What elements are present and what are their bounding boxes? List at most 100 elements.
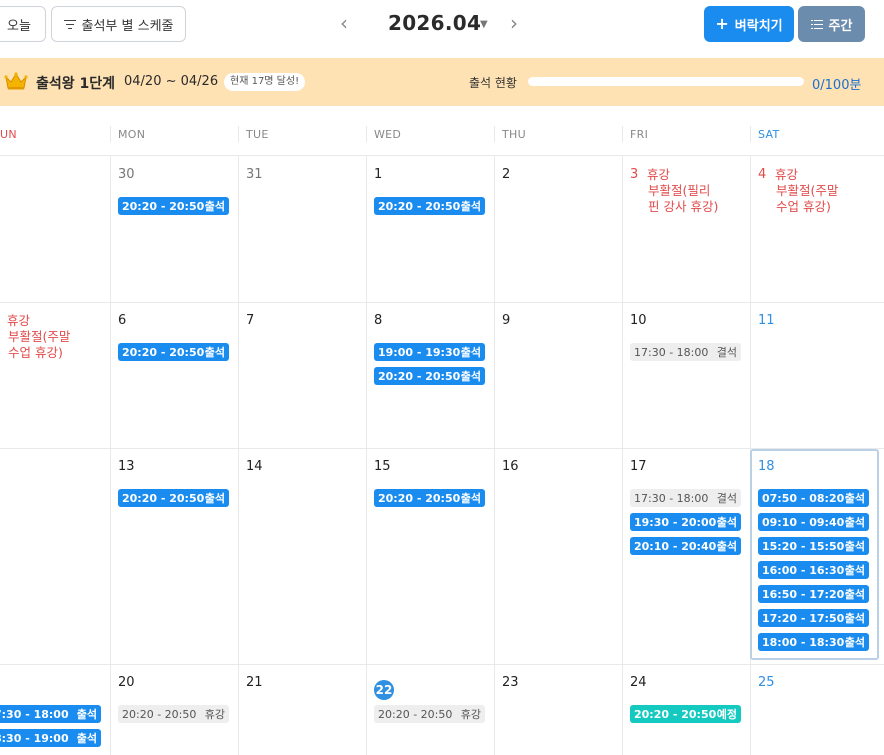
day-number[interactable]: 20 (118, 675, 135, 690)
holiday-note: 핀 강사 휴강) (648, 199, 719, 214)
today-button[interactable]: 오늘 (0, 6, 46, 42)
day-number[interactable]: 2 (502, 167, 510, 182)
event-pill[interactable]: 7:30 - 18:00 출석 (0, 705, 101, 723)
event-pill[interactable]: 20:20 - 20:50 출석 (118, 343, 229, 361)
event-pill[interactable]: 20:20 - 20:50 출석 (374, 197, 485, 215)
day-number[interactable]: 23 (502, 675, 519, 690)
day-cell[interactable] (494, 302, 622, 448)
holiday-note: 부활절(주말 (776, 183, 839, 198)
event-pill[interactable]: 19:30 - 20:00 출석 (630, 513, 741, 531)
day-number[interactable]: 3 (630, 167, 638, 182)
event-pill[interactable]: 8:30 - 19:00 출석 (0, 729, 101, 747)
month-title[interactable]: 2026.04 (388, 11, 481, 35)
holiday-note: 휴강 (7, 313, 31, 328)
event-time: 20:20 - 20:50 (634, 707, 717, 721)
day-number[interactable]: 7 (246, 313, 254, 328)
event-status: 출석 (204, 492, 225, 505)
event-pill[interactable]: 17:30 - 18:00 결석 (630, 343, 741, 361)
event-pill[interactable]: 20:20 - 20:50 출석 (374, 367, 485, 385)
day-number[interactable]: 15 (374, 459, 391, 474)
day-number[interactable]: 16 (502, 459, 519, 474)
event-time: 17:30 - 18:00 (634, 345, 709, 359)
list-icon (810, 19, 823, 29)
view-label: 주간 (828, 18, 853, 34)
event-pill[interactable]: 20:20 - 20:50 출석 (118, 197, 229, 215)
holiday-note: 휴강 (775, 167, 799, 182)
next-month-icon[interactable]: › (510, 12, 518, 34)
weekday-label: TUE (246, 128, 269, 141)
day-number[interactable]: 1 (374, 167, 382, 182)
day-number[interactable]: 24 (630, 675, 647, 690)
prev-month-icon[interactable]: ‹ (340, 12, 348, 34)
weekday-divider (750, 126, 751, 142)
weekday-label: SAT (758, 128, 780, 141)
event-time: 20:20 - 20:50 (122, 491, 205, 505)
event-time: 20:20 - 20:50 (378, 369, 461, 383)
event-pill[interactable]: 17:30 - 18:00 결석 (630, 489, 741, 507)
day-number[interactable]: 8 (374, 313, 382, 328)
event-pill[interactable]: 20:20 - 20:50 출석 (118, 489, 229, 507)
day-number[interactable]: 22 (374, 680, 394, 700)
day-cell[interactable] (750, 156, 878, 302)
filter-icon (63, 19, 76, 29)
day-number[interactable]: 9 (502, 313, 510, 328)
day-cell[interactable] (622, 156, 750, 302)
event-status: 출석 (204, 346, 225, 359)
event-time: 17:30 - 18:00 (634, 491, 709, 505)
progress-bar (528, 77, 804, 86)
day-cell[interactable] (110, 302, 238, 448)
day-cell[interactable] (622, 448, 750, 664)
weekday-label: FRI (630, 128, 649, 141)
event-pill[interactable]: 20:20 - 20:50 예정 (630, 705, 741, 723)
day-number[interactable]: 25 (758, 675, 775, 690)
day-cell[interactable] (494, 448, 622, 664)
event-status: 출석 (716, 540, 737, 553)
day-number[interactable]: 21 (246, 675, 263, 690)
weekday-label: THU (502, 128, 526, 141)
event-time: 20:20 - 20:50 (378, 199, 461, 213)
day-number[interactable]: 30 (118, 167, 135, 182)
event-time: 20:20 - 20:50 (378, 707, 453, 721)
event-pill[interactable]: 20:20 - 20:50 출석 (374, 489, 485, 507)
event-time: 19:30 - 20:00 (634, 515, 717, 529)
day-cell[interactable] (238, 302, 366, 448)
event-pill[interactable]: 20:20 - 20:50 휴강 (118, 705, 229, 723)
day-number[interactable]: 13 (118, 459, 135, 474)
day-cell[interactable] (494, 156, 622, 302)
day-number[interactable]: 14 (246, 459, 263, 474)
event-status: 출석 (204, 200, 225, 213)
event-time: 20:20 - 20:50 (122, 199, 205, 213)
event-time: 20:20 - 20:50 (378, 491, 461, 505)
event-time: 19:00 - 19:30 (378, 345, 461, 359)
calendar-app: 오늘 출석부 별 스케줄 ‹ 2026.04 ▼ › + 벼락치기 주간 출석왕… (0, 0, 884, 755)
today-label: 오늘 (7, 18, 31, 34)
day-number[interactable]: 17 (630, 459, 647, 474)
day-number[interactable]: 31 (246, 167, 263, 182)
event-pill[interactable]: 19:00 - 19:30 출석 (374, 343, 485, 361)
holiday-note: 수업 휴강) (776, 199, 831, 214)
banner-title: 출석왕 1단계 (36, 76, 116, 92)
event-status: 출석 (460, 200, 481, 213)
day-cell[interactable] (366, 156, 494, 302)
event-time: 20:10 - 20:40 (634, 539, 717, 553)
day-number[interactable]: 10 (630, 313, 647, 328)
day-number[interactable]: 4 (758, 167, 766, 182)
day-cell[interactable] (110, 448, 238, 664)
event-pill[interactable]: 20:10 - 20:40 출석 (630, 537, 741, 555)
progress-label: 출석 현황 (469, 76, 517, 90)
day-cell[interactable] (0, 156, 110, 302)
plus-icon: + (715, 14, 729, 33)
event-pill[interactable]: 20:20 - 20:50 휴강 (374, 705, 485, 723)
day-cell[interactable] (366, 448, 494, 664)
month-dropdown-icon[interactable]: ▼ (480, 19, 488, 30)
day-cell[interactable] (238, 448, 366, 664)
crown-icon (4, 72, 28, 90)
day-number[interactable]: 6 (118, 313, 126, 328)
day-number[interactable]: 11 (758, 313, 775, 328)
schedule-filter-button[interactable]: 출석부 별 스케줄 (51, 6, 186, 42)
event-status: 결석 (716, 346, 737, 359)
quick-study-button[interactable]: + 벼락치기 (704, 6, 794, 42)
day-cell[interactable] (0, 448, 110, 664)
view-toggle-button[interactable]: 주간 (798, 6, 865, 42)
weekday-label: MON (118, 128, 146, 141)
